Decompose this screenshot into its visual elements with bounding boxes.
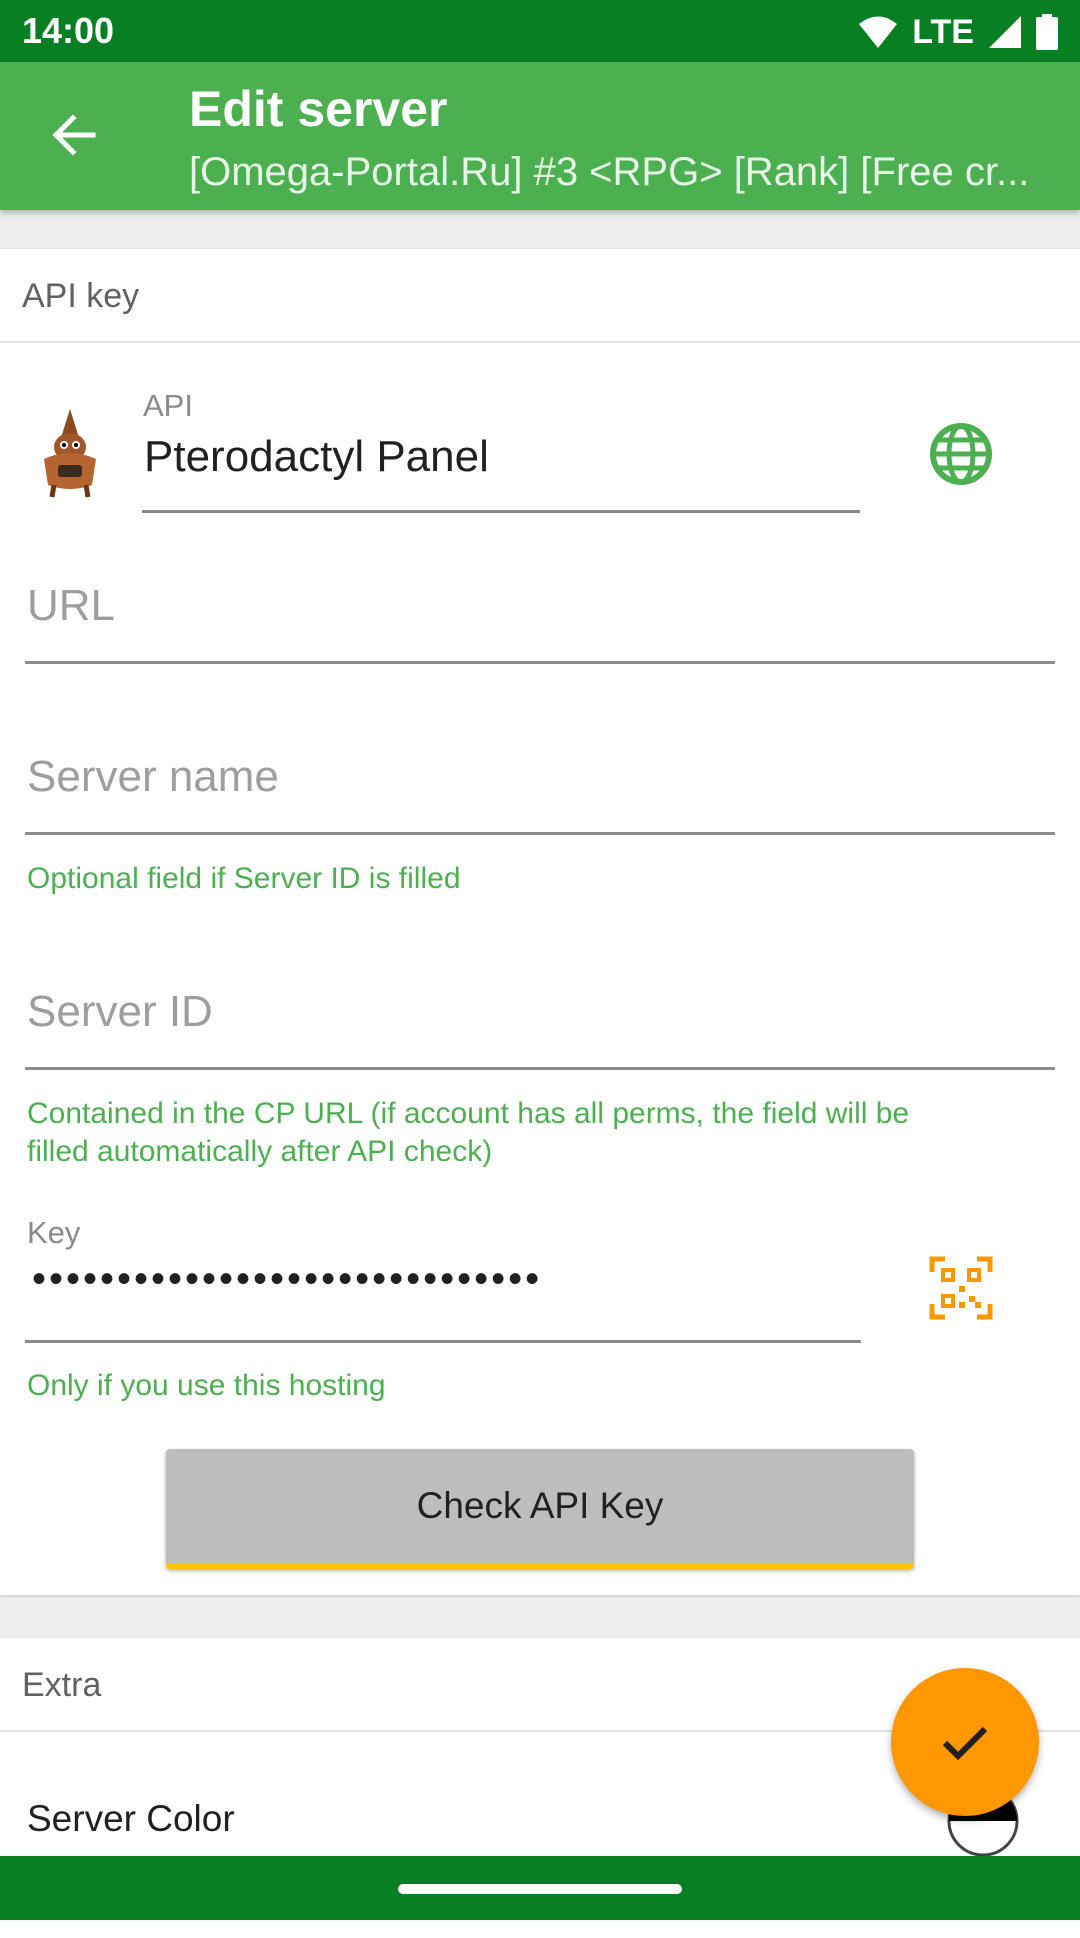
home-gesture-handle[interactable]	[398, 1884, 682, 1894]
page-title: Edit server	[189, 81, 448, 137]
server-id-input[interactable]: Server ID	[27, 987, 213, 1037]
server-id-helper-line-1: Contained in the CP URL (if account has …	[27, 1097, 910, 1130]
section-title: API key	[22, 277, 140, 315]
url-input[interactable]: URL	[27, 581, 115, 631]
check-api-key-button[interactable]: Check API Key	[166, 1449, 914, 1569]
server-id-helper-line-2: filled automatically after API check)	[27, 1135, 493, 1168]
api-select-underline	[142, 510, 860, 513]
api-key-card: API key API Pterodactyl Panel URL Server…	[0, 249, 1080, 1595]
url-underline	[25, 661, 1055, 664]
server-id-helper: Contained in the CP URL (if account has …	[27, 1095, 1037, 1171]
key-helper: Only if you use this hosting	[27, 1369, 386, 1402]
save-fab-button[interactable]	[891, 1668, 1039, 1816]
api-select[interactable]: Pterodactyl Panel	[144, 432, 489, 482]
section-title: Extra	[22, 1666, 102, 1704]
qr-code-icon[interactable]	[929, 1256, 993, 1320]
status-time: 14:00	[22, 10, 115, 51]
server-name-underline	[25, 832, 1055, 835]
network-type: LTE	[912, 12, 974, 51]
key-input[interactable]: ••••••••••••••••••••••••••••••	[32, 1257, 542, 1302]
app-bar: Edit server [Omega-Portal.Ru] #3 <RPG> […	[0, 62, 1080, 210]
arrow-left-icon	[52, 114, 96, 156]
status-icons: LTE	[858, 12, 1058, 52]
key-label: Key	[27, 1215, 81, 1250]
pterodactyl-logo	[44, 409, 96, 498]
key-underline	[25, 1340, 861, 1343]
check-icon	[942, 1726, 988, 1761]
server-color-label: Server Color	[27, 1798, 235, 1839]
back-button[interactable]	[40, 102, 106, 168]
wifi-icon	[859, 16, 898, 48]
status-bar: 14:00 LTE	[0, 0, 1080, 62]
server-id-underline	[25, 1067, 1055, 1070]
api-key-section-header: API key	[0, 249, 1080, 343]
page-subtitle: [Omega-Portal.Ru] #3 <RPG> [Rank] [Free …	[189, 150, 1030, 194]
battery-icon	[1036, 14, 1058, 50]
globe-icon[interactable]	[929, 422, 993, 486]
cellular-signal-icon	[989, 16, 1021, 48]
api-label: API	[143, 388, 193, 423]
server-name-helper: Optional field if Server ID is filled	[27, 862, 461, 895]
server-name-input[interactable]: Server name	[27, 752, 279, 802]
